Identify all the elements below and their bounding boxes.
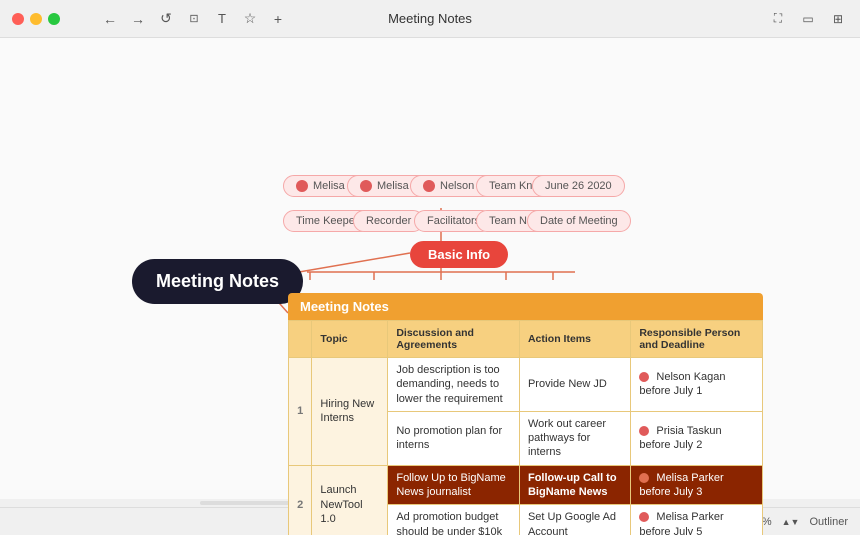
discussion-1b: No promotion plan for interns: [388, 411, 520, 465]
maximize-button[interactable]: [48, 13, 60, 25]
col-responsible: Responsible Person and Deadline: [631, 321, 763, 358]
traffic-lights: [12, 13, 60, 25]
col-topic: Topic: [312, 321, 388, 358]
display-icon[interactable]: ▭: [798, 9, 818, 29]
bookmark-icon[interactable]: ☆: [240, 9, 260, 29]
split-icon[interactable]: ⊞: [828, 9, 848, 29]
action-1b: Work out career pathways for interns: [519, 411, 630, 465]
table-title: Meeting Notes: [288, 293, 763, 320]
fullscreen-icon[interactable]: ⛶: [768, 9, 788, 29]
col-discussion: Discussion and Agreements: [388, 321, 520, 358]
col-action: Action Items: [519, 321, 630, 358]
basic-info-label: Basic Info: [428, 247, 490, 262]
toolbar: ← → ↺ ⊡ T ☆ +: [100, 9, 288, 29]
col-num: [289, 321, 312, 358]
text-icon[interactable]: T: [212, 9, 232, 29]
person-dot: [639, 426, 649, 436]
minimize-button[interactable]: [30, 13, 42, 25]
label-text-5: Date of Meeting: [540, 215, 618, 227]
root-node-label: Meeting Notes: [156, 271, 279, 291]
person-dot: [639, 372, 649, 382]
table-row: 1 Hiring New Interns Job description is …: [289, 358, 763, 412]
responsible-1a: Nelson Kagan before July 1: [631, 358, 763, 412]
label-date-of-meeting[interactable]: Date of Meeting: [527, 210, 631, 232]
zoom-chevron-icon[interactable]: ▲▼: [782, 517, 800, 527]
person-icon-1: [296, 180, 308, 192]
person-icon-3: [423, 180, 435, 192]
row-num-1: 1: [289, 358, 312, 466]
action-2b: Set Up Google Ad Account: [519, 505, 630, 535]
discussion-2a: Follow Up to BigName News journalist: [388, 465, 520, 505]
topic-hiring: Hiring New Interns: [312, 358, 388, 466]
tag-date[interactable]: June 26 2020: [532, 175, 625, 197]
meeting-table: Topic Discussion and Agreements Action I…: [288, 320, 763, 535]
label-text-2: Recorder: [366, 215, 411, 227]
action-1a: Provide New JD: [519, 358, 630, 412]
titlebar: ← → ↺ ⊡ T ☆ + Meeting Notes ⛶ ▭ ⊞: [0, 0, 860, 38]
responsible-1b: Prisia Taskun before July 2: [631, 411, 763, 465]
action-2a: Follow-up Call to BigName News: [519, 465, 630, 505]
forward-button[interactable]: →: [128, 9, 148, 29]
topic-launch: Launch NewTool 1.0: [312, 465, 388, 535]
back-button[interactable]: ←: [100, 9, 120, 29]
responsible-2a: Melisa Parker before July 3: [631, 465, 763, 505]
person-dot: [639, 473, 649, 483]
more-button[interactable]: +: [268, 9, 288, 29]
close-button[interactable]: [12, 13, 24, 25]
discussion-2b: Ad promotion budget should be under $10k: [388, 505, 520, 535]
root-node[interactable]: Meeting Notes: [132, 259, 303, 304]
app-name: Outliner: [809, 516, 848, 528]
tab-icon[interactable]: ⊡: [184, 9, 204, 29]
table-row-highlight: 2 Launch NewTool 1.0 Follow Up to BigNam…: [289, 465, 763, 505]
person-icon-2: [360, 180, 372, 192]
basic-info-node[interactable]: Basic Info: [410, 241, 508, 268]
window-controls-right: ⛶ ▭ ⊞: [768, 9, 848, 29]
tag-label-5: June 26 2020: [545, 180, 612, 192]
label-text-1: Time Keeper: [296, 215, 359, 227]
responsible-2b: Melisa Parker before July 5: [631, 505, 763, 535]
meeting-table-container: Meeting Notes Topic Discussion and Agree…: [288, 293, 763, 535]
person-dot: [639, 512, 649, 522]
row-num-2: 2: [289, 465, 312, 535]
discussion-1a: Job description is too demanding, needs …: [388, 358, 520, 412]
window-title: Meeting Notes: [388, 11, 472, 26]
canvas: Meeting Notes Basic Info Melisa Parker M…: [0, 38, 860, 535]
replay-button[interactable]: ↺: [156, 9, 176, 29]
label-text-3: Facilitators: [427, 215, 480, 227]
